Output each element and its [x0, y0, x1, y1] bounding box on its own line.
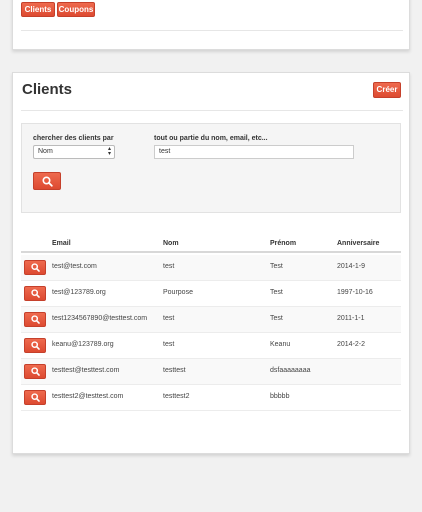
col-anniversaire[interactable]: Anniversaire — [337, 240, 379, 247]
cell-anniversaire: 1997-10-16 — [337, 289, 373, 296]
search-icon — [31, 393, 40, 402]
page-title: Clients — [22, 81, 73, 98]
cell-nom: testtest — [163, 367, 186, 374]
search-icon — [42, 176, 53, 187]
cell-nom: testtest2 — [163, 393, 190, 400]
search-icon — [31, 315, 40, 324]
cell-email: testtest@testtest.com — [52, 367, 120, 374]
col-email[interactable]: Email — [52, 240, 71, 247]
cell-nom: test — [163, 315, 175, 322]
cell-email: keanu@123789.org — [52, 341, 114, 348]
cell-nom: Pourpose — [163, 289, 193, 296]
table-row: test@test.com test Test 2014-1-9 — [21, 255, 401, 281]
search-icon — [31, 289, 40, 298]
table-row: test@123789.org Pourpose Test 1997-10-16 — [21, 281, 401, 307]
col-prenom[interactable]: Prénom — [270, 240, 296, 247]
cell-anniversaire: 2011-1-1 — [337, 315, 365, 322]
view-client-button[interactable] — [24, 364, 46, 379]
search-icon — [31, 367, 40, 376]
cell-prenom: Test — [270, 315, 283, 322]
view-client-button[interactable] — [24, 338, 46, 353]
search-by-label: chercher des clients par — [33, 135, 114, 142]
cell-anniversaire: 2014-1-9 — [337, 263, 366, 270]
cell-nom: test — [163, 263, 175, 270]
cell-prenom: Test — [270, 289, 283, 296]
cell-anniversaire: 2014-2-2 — [337, 341, 366, 348]
view-client-button[interactable] — [24, 286, 46, 301]
table-header: Email Nom Prénom Anniversaire — [21, 235, 401, 253]
search-icon — [31, 341, 40, 350]
cell-prenom: Keanu — [270, 341, 291, 348]
search-icon — [31, 263, 40, 272]
search-panel: chercher des clients par Nom ▴ ▾ tout ou … — [21, 123, 401, 213]
view-client-button[interactable] — [24, 312, 46, 327]
search-by-select[interactable]: Nom ▴ ▾ — [33, 145, 115, 159]
coupons-nav-button[interactable]: Coupons — [57, 2, 95, 17]
search-submit-button[interactable] — [33, 172, 61, 190]
divider — [21, 30, 403, 31]
search-query-label: tout ou partie du nom, email, etc... — [154, 135, 268, 142]
view-client-button[interactable] — [24, 390, 46, 405]
cell-email: testtest2@testtest.com — [52, 393, 124, 400]
cell-nom: test — [163, 341, 175, 348]
divider — [21, 110, 403, 111]
cell-prenom: bbbbb — [270, 393, 290, 400]
create-button[interactable]: Créer — [373, 82, 401, 98]
search-by-value: Nom — [38, 148, 53, 155]
cell-email: test1234567890@testtest.com — [52, 315, 148, 322]
clients-card: Clients Créer chercher des clients par N… — [12, 72, 410, 454]
top-nav-card: Clients Coupons — [12, 0, 410, 50]
cell-email: test@123789.org — [52, 289, 106, 296]
cell-prenom: Test — [270, 263, 283, 270]
search-input[interactable]: test — [154, 145, 354, 159]
select-arrows-icon: ▴ ▾ — [107, 146, 111, 157]
table-row: keanu@123789.org test Keanu 2014-2-2 — [21, 333, 401, 359]
view-client-button[interactable] — [24, 260, 46, 275]
cell-prenom: dsfaaaaaaaa — [270, 367, 311, 374]
clients-nav-button[interactable]: Clients — [21, 2, 55, 17]
col-nom[interactable]: Nom — [163, 240, 179, 247]
table-row: testtest2@testtest.com testtest2 bbbbb — [21, 385, 401, 411]
cell-email: test@test.com — [52, 263, 97, 270]
table-row: test1234567890@testtest.com test Test 20… — [21, 307, 401, 333]
table-row: testtest@testtest.com testtest dsfaaaaaa… — [21, 359, 401, 385]
